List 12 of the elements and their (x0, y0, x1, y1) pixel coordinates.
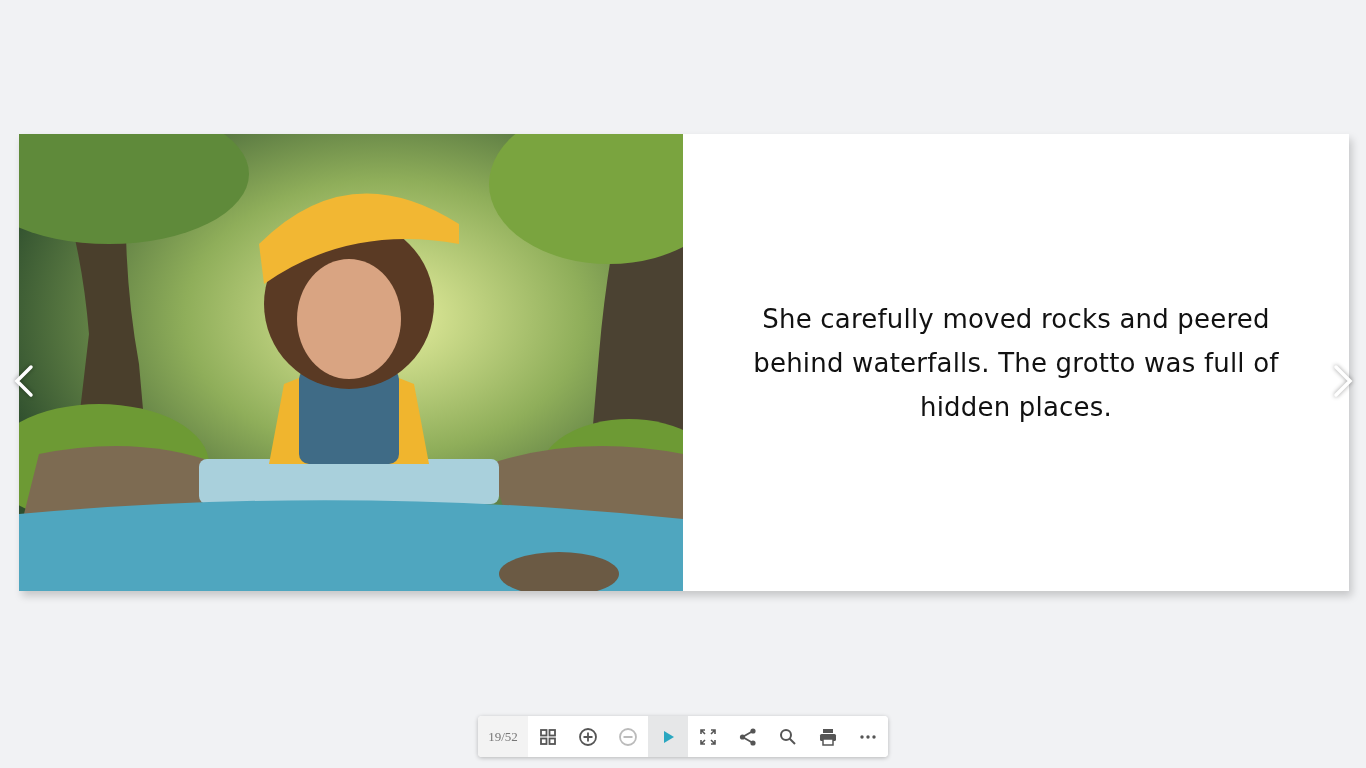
fullscreen-icon (698, 726, 718, 747)
story-text: She carefully moved rocks and peered behind waterfalls. The grotto was full of hidden places. (752, 302, 1280, 424)
zoom-in-icon (578, 726, 598, 747)
fullscreen-button[interactable] (688, 716, 728, 757)
thumbnails-icon (538, 726, 558, 747)
page-counter: 19/52 (478, 716, 528, 757)
print-icon (818, 726, 838, 747)
more-icon (860, 734, 876, 739)
thumbnails-button[interactable] (528, 716, 568, 757)
zoom-out-icon (618, 726, 638, 747)
share-icon (738, 726, 758, 747)
search-icon (778, 726, 798, 747)
